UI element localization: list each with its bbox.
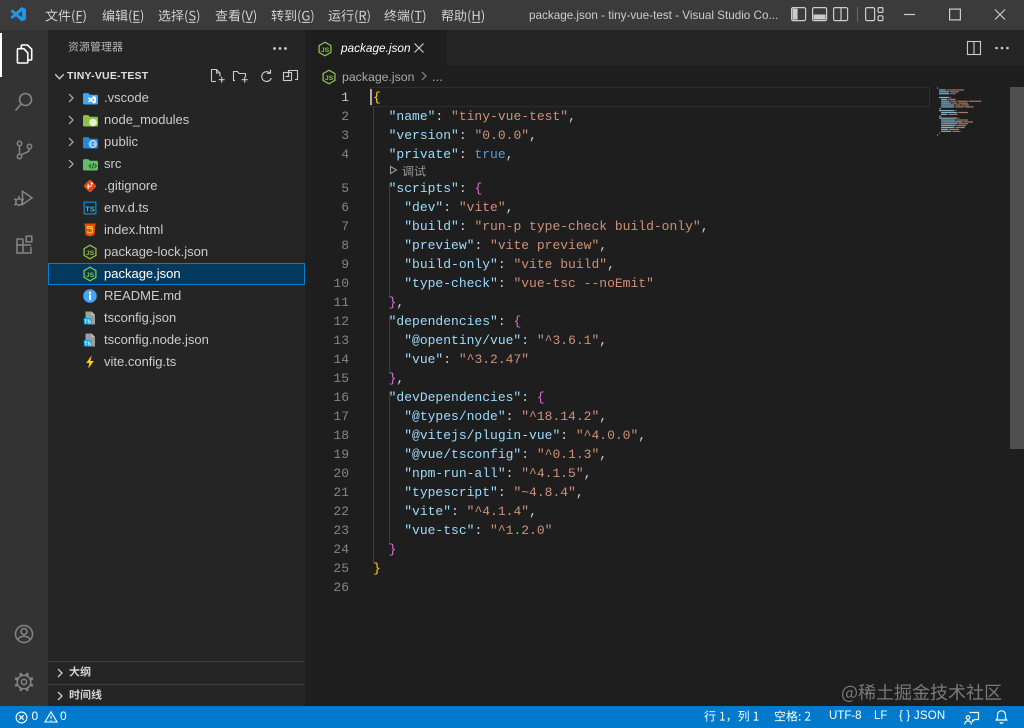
svg-text:TS: TS: [85, 205, 95, 214]
svg-text:JS: JS: [325, 75, 334, 82]
svg-text:TS: TS: [84, 341, 91, 347]
svg-text:JS: JS: [321, 47, 330, 54]
svg-text:TS: TS: [84, 319, 91, 325]
svg-text:JS: JS: [86, 272, 95, 279]
svg-text:JS: JS: [86, 250, 95, 257]
